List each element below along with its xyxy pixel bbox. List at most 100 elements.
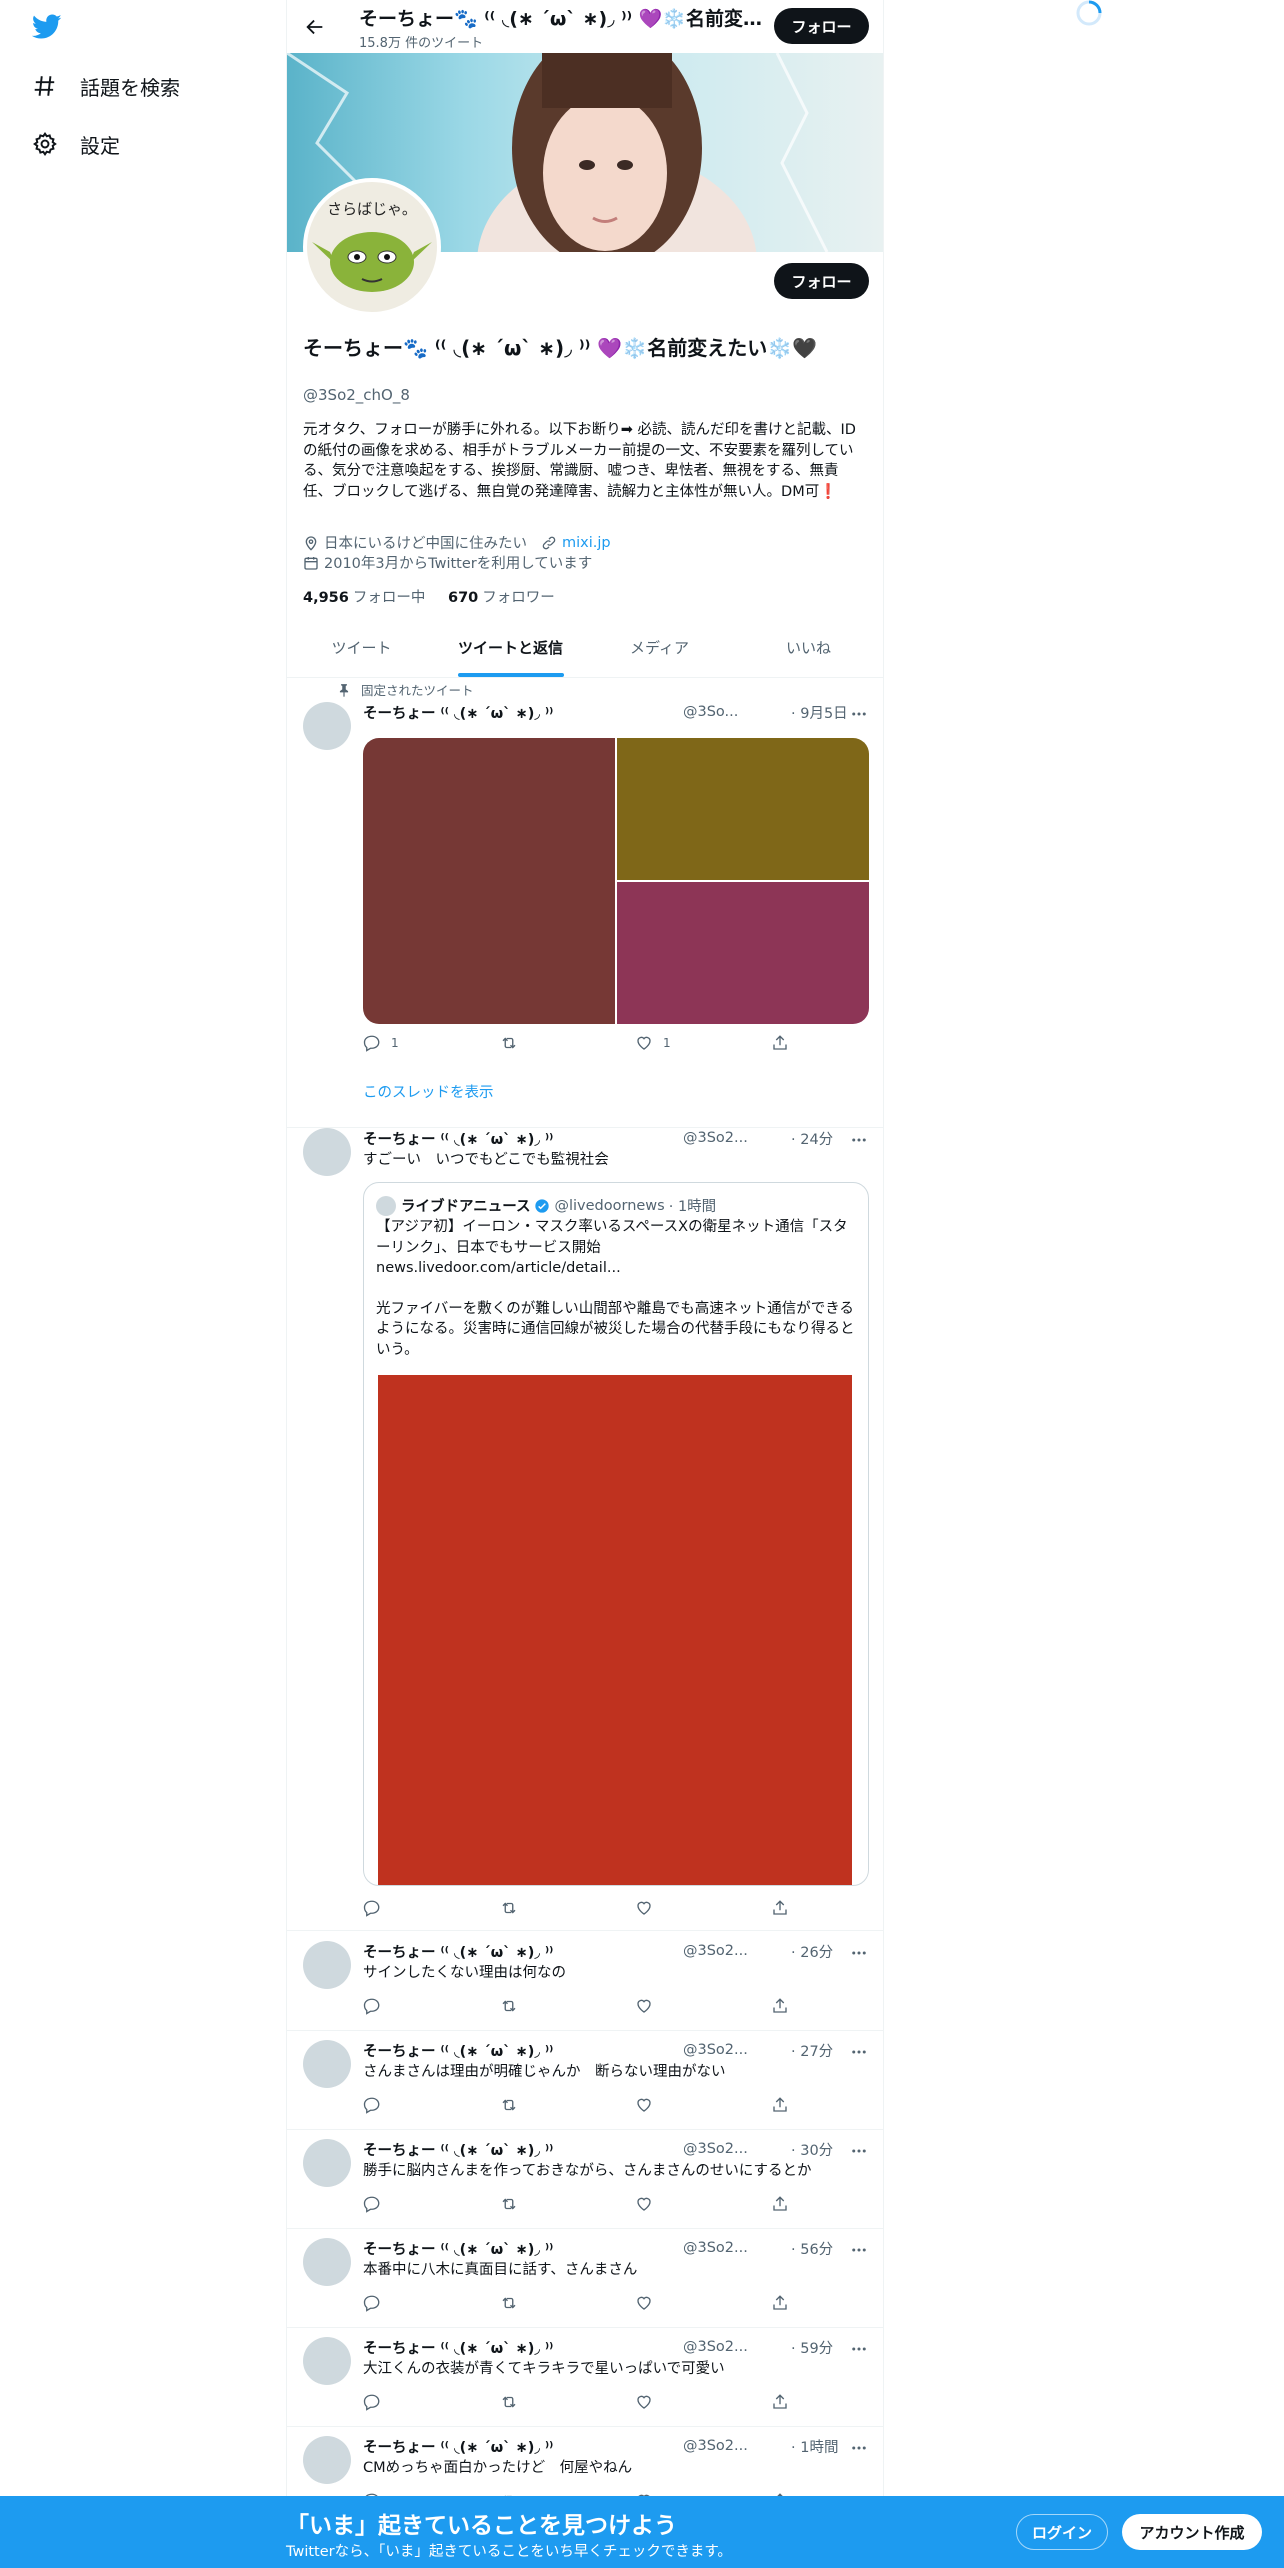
retweet-button[interactable] (499, 2294, 519, 2312)
tweet-timestamp[interactable]: · 1時間 (791, 2436, 838, 2457)
following-link[interactable]: 4,956 フォロー中 (303, 590, 425, 606)
signup-button[interactable]: アカウント作成 (1122, 2514, 1262, 2550)
tweet-avatar[interactable] (303, 2238, 351, 2286)
tweet-author-handle[interactable]: @3So2... (683, 2438, 791, 2454)
tweet-author-name[interactable]: そーちょー ⁽⁽ ◟(∗ ˊωˋ ∗)◞ ⁾⁾ (363, 1941, 683, 1962)
more-options-icon[interactable] (849, 1130, 869, 1150)
tweet-avatar[interactable] (303, 2040, 351, 2088)
reply-button[interactable]: 1 (363, 1034, 399, 1052)
like-button[interactable] (635, 2393, 653, 2411)
tweet-avatar[interactable] (303, 1128, 351, 1176)
media-image-2[interactable] (617, 738, 869, 880)
profile-avatar[interactable]: さらばじゃ。 (303, 178, 441, 316)
tweet-author-name[interactable]: そーちょー ⁽⁽ ◟(∗ ˊωˋ ∗)◞ ⁾⁾ (363, 2040, 683, 2061)
more-options-icon[interactable] (849, 2339, 869, 2359)
more-options-icon[interactable] (849, 2438, 869, 2458)
login-button[interactable]: ログイン (1016, 2514, 1108, 2550)
show-thread-link[interactable]: このスレッドを表示 (363, 1081, 494, 1102)
retweet-button[interactable] (499, 2096, 519, 2114)
header-follow-button[interactable]: フォロー (774, 8, 869, 44)
tweet-item[interactable]: そーちょー ⁽⁽ ◟(∗ ˊωˋ ∗)◞ ⁾⁾ @3So2... · 59分 大江くん… (287, 2328, 883, 2427)
tweet-author-handle[interactable]: @3So2... (683, 1130, 791, 1146)
followers-link[interactable]: 670 フォロワー (448, 590, 555, 606)
share-button[interactable] (771, 2393, 789, 2411)
signup-prompt-banner: 「いま」起きていることを見つけよう Twitterなら、「いま」起きていることを… (0, 2496, 1284, 2568)
retweet-button[interactable] (499, 1899, 519, 1917)
tweet-item[interactable]: そーちょー ⁽⁽ ◟(∗ ˊωˋ ∗)◞ ⁾⁾ @3So2... · 30分 勝手に脳… (287, 2130, 883, 2229)
tweet-avatar[interactable] (303, 2139, 351, 2187)
nav-settings[interactable]: 設定 (32, 124, 120, 164)
nav-explore[interactable]: 話題を検索 (32, 66, 180, 106)
tweet-item[interactable]: そーちょー ⁽⁽ ◟(∗ ˊωˋ ∗)◞ ⁾⁾ @3So2... · 56分 本番中に… (287, 2229, 883, 2328)
tweet-timestamp[interactable]: · 27分 (791, 2040, 833, 2061)
media-image-1[interactable] (363, 738, 615, 1024)
reply-button[interactable] (363, 1899, 381, 1917)
share-button[interactable] (771, 2195, 789, 2213)
tweet-timestamp[interactable]: · 30分 (791, 2139, 833, 2160)
reply-button[interactable] (363, 2393, 381, 2411)
like-button[interactable] (635, 2096, 653, 2114)
retweet-button[interactable] (499, 1034, 519, 1052)
tweet-text: さんまさんは理由が明確じゃんか 断らない理由がない (363, 2064, 726, 2080)
back-arrow-icon[interactable] (301, 13, 329, 41)
twitter-bird-icon[interactable] (32, 14, 62, 40)
tweet-timestamp[interactable]: · 59分 (791, 2337, 833, 2358)
tweet-author-name[interactable]: そーちょー ⁽⁽ ◟(∗ ˊωˋ ∗)◞ ⁾⁾ (363, 2436, 683, 2457)
tweet-item[interactable]: そーちょー ⁽⁽ ◟(∗ ˊωˋ ∗)◞ ⁾⁾ @3So2... · 27分さんまさ… (287, 2031, 883, 2130)
tweet-media-grid[interactable] (363, 738, 869, 1024)
tab-likes[interactable]: いいね (734, 618, 883, 677)
more-options-icon[interactable] (849, 2042, 869, 2062)
reply-button[interactable] (363, 2096, 381, 2114)
more-options-icon[interactable] (849, 1943, 869, 1963)
tweet-timestamp[interactable]: · 9月5日 (791, 702, 848, 723)
profile-follow-button[interactable]: フォロー (774, 263, 869, 299)
like-button[interactable] (635, 2195, 653, 2213)
quoted-tweet[interactable]: ライブドアニュース @livedoornews · 1時間 【アジア初】イーロン… (363, 1182, 869, 1886)
tweet-author-name[interactable]: そーちょー ⁽⁽ ◟(∗ ˊωˋ ∗)◞ ⁾⁾ (363, 702, 683, 723)
tweet-author-name[interactable]: そーちょー ⁽⁽ ◟(∗ ˊωˋ ∗)◞ ⁾⁾ (363, 2337, 683, 2358)
like-button[interactable]: 1 (635, 1034, 671, 1052)
tweet-avatar[interactable] (303, 2337, 351, 2385)
reply-button[interactable] (363, 2195, 381, 2213)
retweet-button[interactable] (499, 2195, 519, 2213)
tweet-author-handle[interactable]: @3So2... (683, 2339, 791, 2355)
retweet-button[interactable] (499, 1997, 519, 2015)
tweet-timestamp[interactable]: · 24分 (791, 1128, 833, 1149)
share-button[interactable] (771, 2294, 789, 2312)
tweet-header: そーちょー ⁽⁽ ◟(∗ ˊωˋ ∗)◞ ⁾⁾ @3So2... · 1時間 (363, 2436, 869, 2456)
media-image-3[interactable] (617, 882, 869, 1024)
tweet-avatar[interactable] (303, 1941, 351, 1989)
tab-tweets[interactable]: ツイート (287, 618, 436, 677)
share-button[interactable] (771, 1034, 789, 1052)
tweet-item[interactable]: そーちょー ⁽⁽ ◟(∗ ˊωˋ ∗)◞ ⁾⁾ @3So... · 9月5日 1… (287, 676, 883, 1128)
like-button[interactable] (635, 1997, 653, 2015)
more-options-icon[interactable] (849, 2141, 869, 2161)
tweet-avatar[interactable] (303, 2436, 351, 2484)
tweet-author-handle[interactable]: @3So2... (683, 2141, 791, 2157)
more-options-icon[interactable] (849, 704, 869, 724)
tweet-timestamp[interactable]: · 26分 (791, 1941, 833, 1962)
reply-button[interactable] (363, 1997, 381, 2015)
tab-tweets-and-replies[interactable]: ツイートと返信 (436, 618, 585, 677)
retweet-button[interactable] (499, 2393, 519, 2411)
tweet-author-name[interactable]: そーちょー ⁽⁽ ◟(∗ ˊωˋ ∗)◞ ⁾⁾ (363, 1128, 683, 1149)
tweet-author-handle[interactable]: @3So... (683, 704, 791, 720)
share-button[interactable] (771, 2096, 789, 2114)
quoted-media-image[interactable] (378, 1375, 852, 1885)
share-button[interactable] (771, 1899, 789, 1917)
share-button[interactable] (771, 1997, 789, 2015)
tweet-timestamp[interactable]: · 56分 (791, 2238, 833, 2259)
reply-button[interactable] (363, 2294, 381, 2312)
more-options-icon[interactable] (849, 2240, 869, 2260)
tab-media[interactable]: メディア (585, 618, 734, 677)
tweet-author-name[interactable]: そーちょー ⁽⁽ ◟(∗ ˊωˋ ∗)◞ ⁾⁾ (363, 2139, 683, 2160)
tweet-author-name[interactable]: そーちょー ⁽⁽ ◟(∗ ˊωˋ ∗)◞ ⁾⁾ (363, 2238, 683, 2259)
tweet-author-handle[interactable]: @3So2... (683, 2042, 791, 2058)
tweet-author-handle[interactable]: @3So2... (683, 2240, 791, 2256)
tweet-item[interactable]: そーちょー ⁽⁽ ◟(∗ ˊωˋ ∗)◞ ⁾⁾ @3So2... · 26分 サインし… (287, 1932, 883, 2031)
profile-website-link[interactable]: mixi.jp (562, 535, 611, 551)
like-button[interactable] (635, 1899, 653, 1917)
like-button[interactable] (635, 2294, 653, 2312)
tweet-author-handle[interactable]: @3So2... (683, 1943, 791, 1959)
tweet-avatar[interactable] (303, 702, 351, 750)
